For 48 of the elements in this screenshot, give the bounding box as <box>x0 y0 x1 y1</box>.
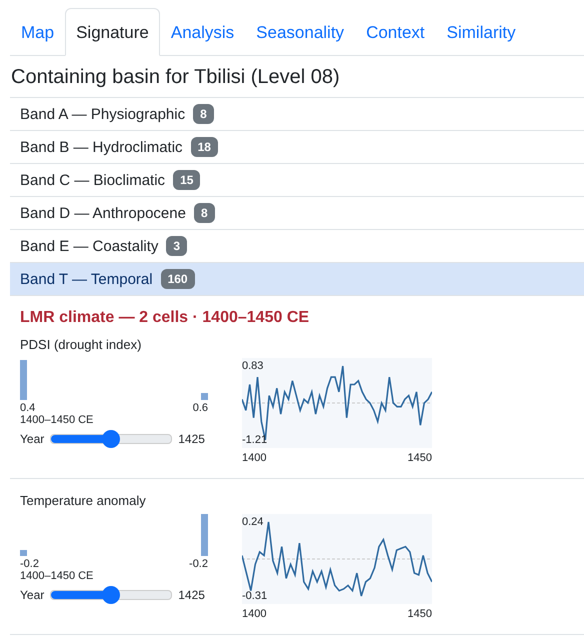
max-label: 0.83 <box>242 360 264 372</box>
x-axis-label: 1450 <box>408 608 432 620</box>
value-bar <box>20 550 27 556</box>
band-label: Band T — Temporal <box>20 270 153 288</box>
cell-value: -0.2 <box>20 558 39 570</box>
x-axis-label: 1450 <box>408 452 432 464</box>
count-badge: 8 <box>193 104 214 124</box>
band-item[interactable]: Band T — Temporal 160 <box>10 263 584 296</box>
cell-value: 0.6 <box>192 402 208 414</box>
slider-thumb[interactable] <box>102 586 120 604</box>
slider-value: 1425 <box>178 432 205 446</box>
page-title: Containing basin for Tbilisi (Level 08) <box>11 66 341 89</box>
count-badge: 8 <box>194 203 215 223</box>
cell-value: 0.4 <box>20 402 36 414</box>
tab[interactable]: Analysis <box>160 8 246 56</box>
tab[interactable]: Map <box>10 8 66 56</box>
slider-label: Year <box>20 588 44 602</box>
count-badge: 15 <box>173 170 200 190</box>
x-axis-label: 1400 <box>242 608 266 620</box>
tab[interactable]: Seasonality <box>245 8 356 56</box>
slider-value: 1425 <box>178 588 205 602</box>
variable-name: Temperature anomaly <box>20 493 147 508</box>
slider-label: Year <box>20 432 44 446</box>
count-badge: 160 <box>160 269 195 289</box>
tab[interactable]: Context <box>355 8 436 56</box>
value-bar <box>201 393 208 400</box>
count-badge: 3 <box>166 236 188 256</box>
band-label: Band E — Coastality <box>20 238 158 254</box>
band-item[interactable]: Band A — Physiographic 8 <box>10 97 584 131</box>
range-label: 1400–1450 CE <box>20 414 94 426</box>
tab[interactable]: Similarity <box>436 8 527 56</box>
tab[interactable]: Signature <box>65 8 160 56</box>
band-label: Band B — Hydroclimatic <box>20 138 183 156</box>
band-label: Band C — Bioclimatic <box>20 172 166 188</box>
min-label: -1.21 <box>242 434 268 446</box>
band-label: Band A — Physiographic <box>20 106 186 122</box>
slider-thumb[interactable] <box>102 430 120 448</box>
min-label: -0.31 <box>242 590 268 602</box>
cell-value: -0.2 <box>189 558 208 570</box>
x-axis-label: 1400 <box>242 452 266 464</box>
section-heading: LMR climate — 2 cells · 1400–1450 CE <box>20 309 310 327</box>
value-bar <box>201 514 208 556</box>
variable-name: PDSI (drought index) <box>20 337 142 352</box>
value-bar <box>20 360 27 400</box>
count-badge: 18 <box>190 137 218 157</box>
range-label: 1400–1450 CE <box>20 570 94 582</box>
band-label: Band D — Anthropocene <box>20 204 186 222</box>
max-label: 0.24 <box>242 516 264 528</box>
